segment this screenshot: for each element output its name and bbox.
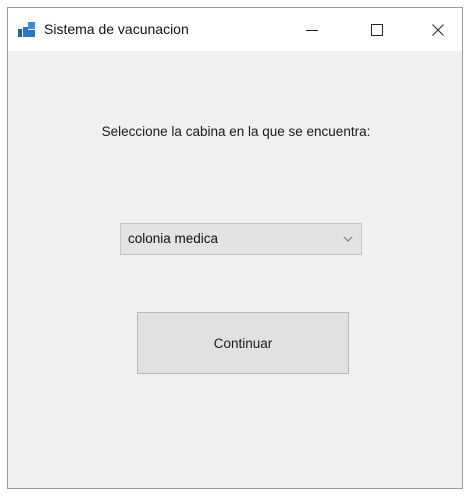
app-window: Sistema de vacunacion Seleccione la cabi… xyxy=(7,7,463,489)
title-bar[interactable]: Sistema de vacunacion xyxy=(8,8,462,51)
cabin-select[interactable]: colonia medica xyxy=(120,223,362,255)
window-title: Sistema de vacunacion xyxy=(44,21,189,37)
minimize-button[interactable] xyxy=(290,8,334,51)
cabin-select-value: colonia medica xyxy=(128,231,219,246)
chevron-down-icon xyxy=(343,236,353,242)
maximize-button[interactable] xyxy=(355,8,399,51)
minimize-icon xyxy=(306,29,318,31)
close-button[interactable] xyxy=(416,8,460,51)
maximize-icon xyxy=(371,23,383,36)
close-icon xyxy=(432,23,444,36)
continue-button[interactable]: Continuar xyxy=(137,312,349,374)
app-window-icon xyxy=(18,22,36,38)
cabin-prompt-label: Seleccione la cabina en la que se encuen… xyxy=(101,124,371,139)
